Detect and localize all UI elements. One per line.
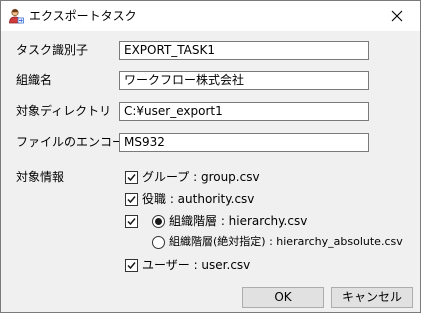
hierarchy-absolute-option-label: 組織階層(絶対指定) : hierarchy_absolute.csv	[169, 235, 403, 248]
radio-selected-dot	[155, 218, 162, 225]
checkmark-icon	[127, 174, 136, 182]
close-icon	[391, 10, 403, 22]
checkmark-icon	[127, 218, 136, 226]
org-name-label: 組織名	[16, 73, 53, 87]
task-id-label: タスク識別子	[16, 43, 89, 57]
hierarchy-radio[interactable]	[152, 215, 165, 228]
group-checkbox[interactable]	[125, 171, 138, 184]
org-name-input[interactable]: ワークフロー株式会社	[119, 71, 369, 90]
user-label: ユーザー : user.csv	[142, 258, 251, 272]
export-task-dialog: エクスポートタスク タスク識別子 EXPORT_TASK1 組織名 ワークフロー…	[0, 0, 421, 313]
hierarchy-checkbox[interactable]	[125, 215, 138, 228]
target-info-label: 対象情報	[16, 170, 65, 184]
encoding-label: ファイルのエンコード	[16, 135, 137, 149]
target-dir-label: 対象ディレクトリ	[16, 104, 112, 118]
task-id-input[interactable]: EXPORT_TASK1	[119, 41, 369, 60]
hierarchy-absolute-radio[interactable]	[152, 236, 165, 249]
encoding-input[interactable]: MS932	[119, 133, 369, 152]
cancel-button[interactable]: キャンセル	[331, 287, 413, 308]
checkmark-icon	[127, 262, 136, 270]
authority-label: 役職 : authority.csv	[142, 192, 255, 206]
close-button[interactable]	[374, 1, 420, 31]
window-title: エクスポートタスク	[29, 9, 137, 23]
target-dir-input[interactable]: C:¥user_export1	[119, 102, 369, 121]
authority-checkbox[interactable]	[125, 193, 138, 206]
group-label: グループ : group.csv	[142, 170, 260, 184]
hierarchy-option-label: 組織階層 : hierarchy.csv	[169, 214, 308, 228]
ok-button[interactable]: OK	[242, 287, 324, 308]
checkmark-icon	[127, 196, 136, 204]
title-bar: エクスポートタスク	[1, 1, 420, 31]
user-export-icon	[8, 8, 24, 24]
user-checkbox[interactable]	[125, 259, 138, 272]
